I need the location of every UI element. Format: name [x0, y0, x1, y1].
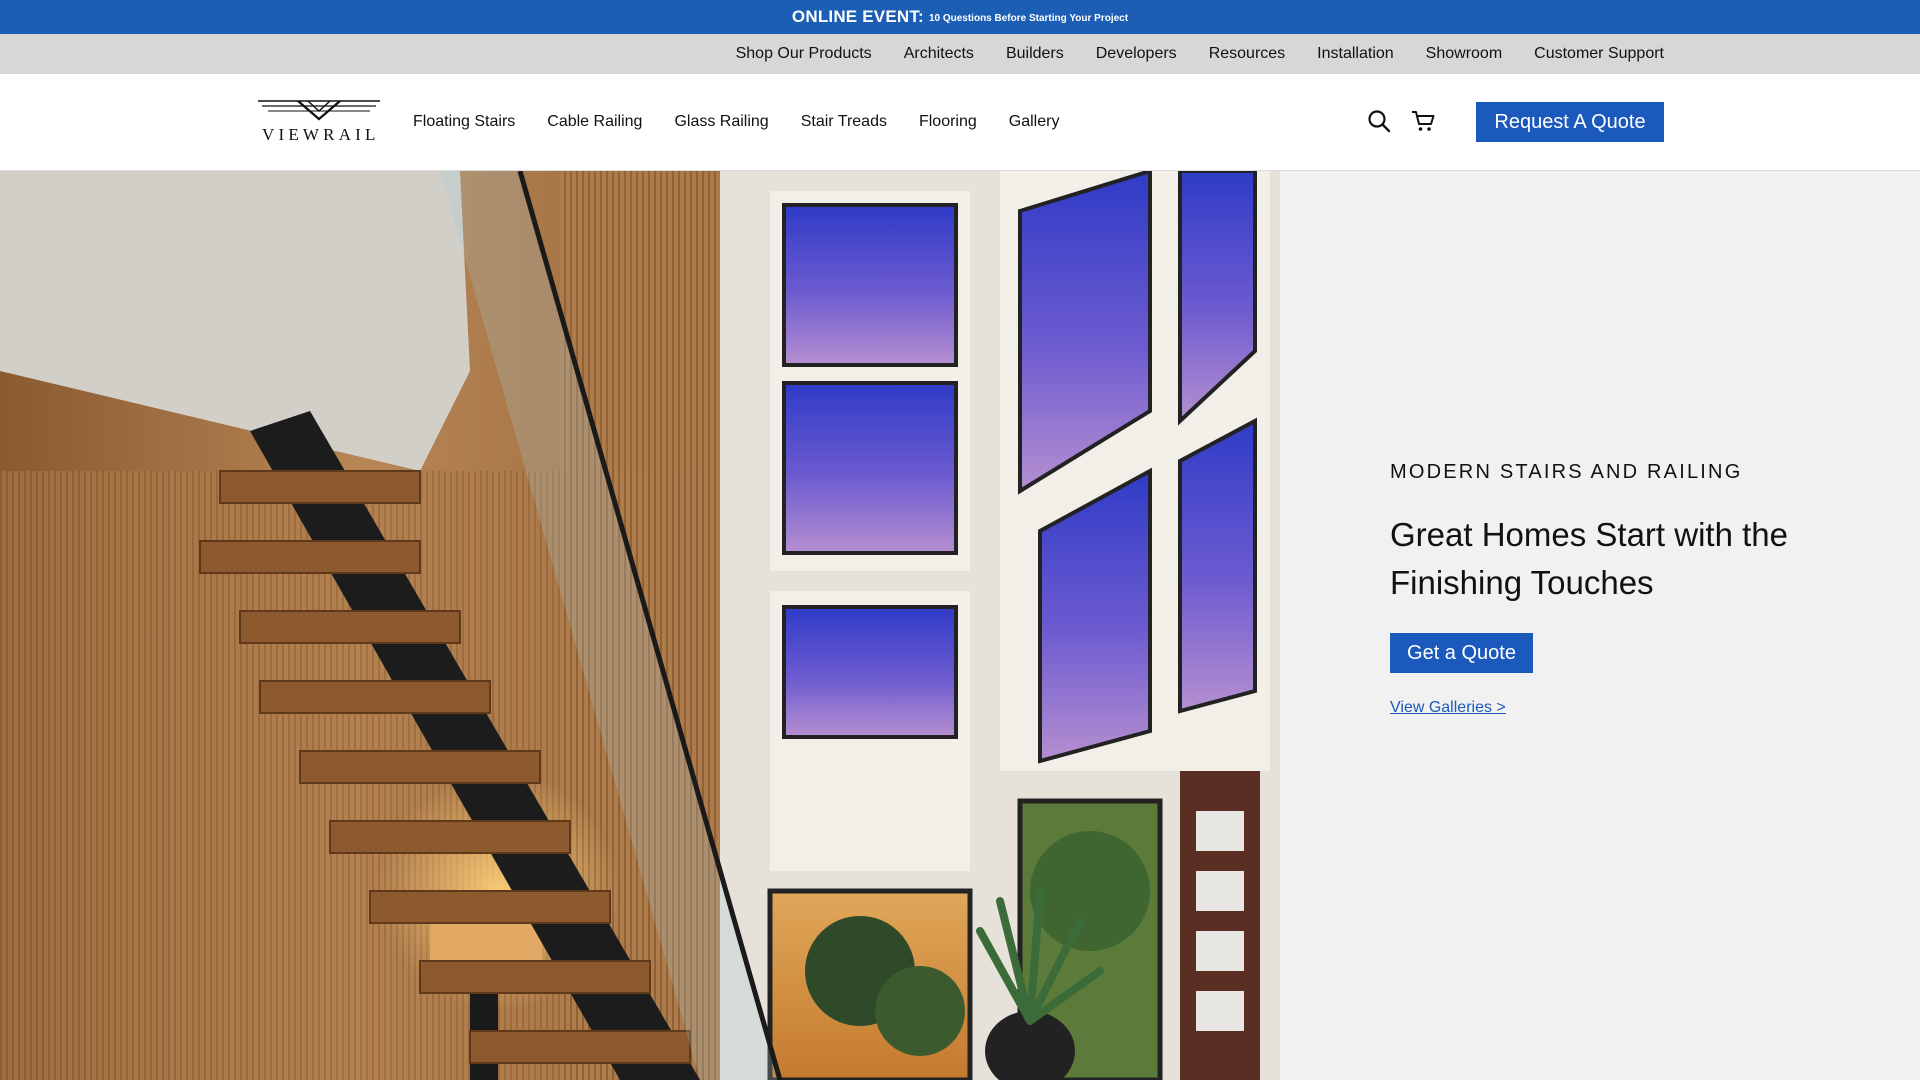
nav-flooring[interactable]: Flooring: [919, 113, 977, 131]
nav-glass-railing[interactable]: Glass Railing: [674, 113, 768, 131]
hero-headline: Great Homes Start with the Finishing Tou…: [1390, 516, 1788, 601]
subnav-developers[interactable]: Developers: [1096, 45, 1177, 63]
nav-cable-railing[interactable]: Cable Railing: [547, 113, 642, 131]
subnav-architects[interactable]: Architects: [904, 45, 974, 63]
announcement-label: ONLINE EVENT:: [791, 7, 924, 26]
subnav-resources[interactable]: Resources: [1209, 45, 1285, 63]
search-icon[interactable]: [1366, 108, 1392, 134]
view-galleries-link[interactable]: View Galleries >: [1390, 699, 1506, 717]
nav-stair-treads[interactable]: Stair Treads: [801, 113, 887, 131]
hero-image: [0, 171, 1280, 1080]
subnav-showroom[interactable]: Showroom: [1426, 45, 1502, 63]
subnav-builders[interactable]: Builders: [1006, 45, 1064, 63]
secondary-nav: Shop Our Products Architects Builders De…: [0, 34, 1920, 74]
request-quote-button[interactable]: Request A Quote: [1476, 102, 1664, 142]
subnav-shop-our-products[interactable]: Shop Our Products: [736, 45, 872, 63]
subnav-installation[interactable]: Installation: [1317, 45, 1394, 63]
announcement-bar[interactable]: ONLINE EVENT: 10 Questions Before Starti…: [0, 0, 1920, 34]
announcement-text[interactable]: 10 Questions Before Starting Your Projec…: [929, 13, 1128, 24]
logo-text: VIEWRAIL: [262, 125, 380, 144]
nav-gallery[interactable]: Gallery: [1009, 113, 1060, 131]
subnav-customer-support[interactable]: Customer Support: [1534, 45, 1664, 63]
hero-eyebrow: MODERN STAIRS AND RAILING: [1390, 461, 1743, 483]
viewrail-logo[interactable]: VIEWRAIL: [256, 98, 382, 146]
hero-panel: MODERN STAIRS AND RAILING Great Homes St…: [1280, 171, 1920, 1080]
main-nav: Floating Stairs Cable Railing Glass Rail…: [413, 74, 1091, 170]
logo-wings-icon: [258, 100, 380, 121]
nav-floating-stairs[interactable]: Floating Stairs: [413, 113, 515, 131]
main-header: VIEWRAIL Floating Stairs Cable Railing G…: [0, 74, 1920, 171]
cart-icon[interactable]: [1410, 108, 1436, 134]
get-quote-button[interactable]: Get a Quote: [1390, 633, 1533, 673]
